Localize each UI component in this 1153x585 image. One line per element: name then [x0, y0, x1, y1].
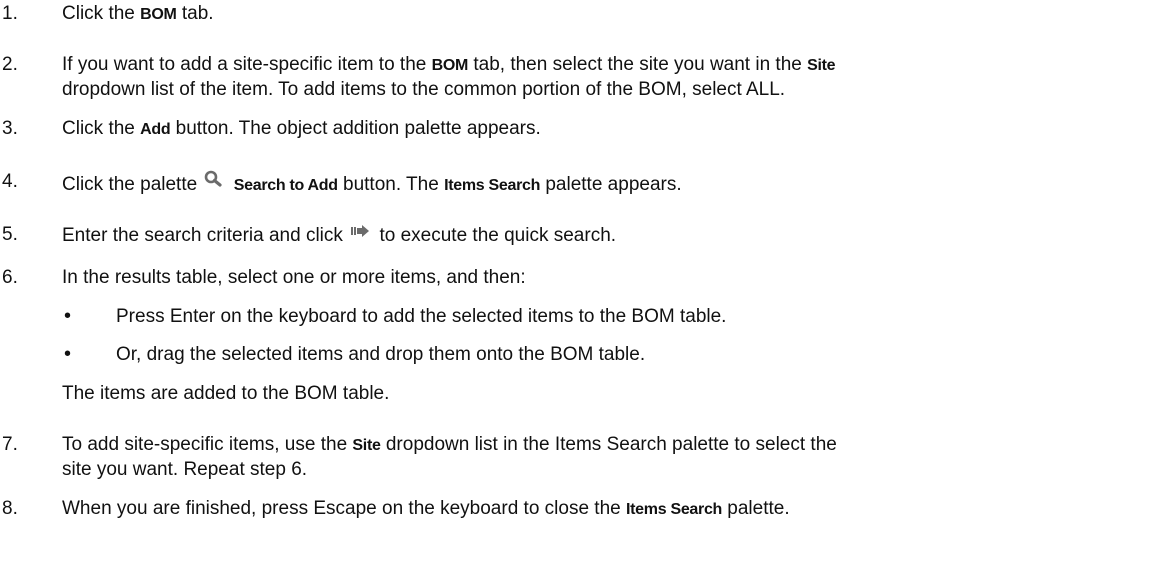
step-text: Click the	[62, 118, 141, 139]
step-text: If you want to add a site-specific item …	[62, 54, 432, 75]
step-text: dropdown list in the Items Search palett…	[380, 434, 837, 455]
step-number: 6.	[2, 267, 18, 288]
step-text: Click the	[62, 3, 141, 24]
step-7-continuation: site you want. Repeat step 6.	[62, 459, 308, 480]
bold-term: BOM	[140, 6, 177, 23]
step-6-result: The items are added to the BOM table.	[62, 383, 390, 404]
step-number: 3.	[2, 118, 18, 139]
step-text: palette.	[722, 498, 790, 519]
bold-term: Site	[352, 437, 381, 454]
bold-term: Items Search	[626, 501, 723, 518]
instructions-document: 1. Click the BOM tab. 2. If you want to …	[0, 0, 1153, 585]
bold-term: Items Search	[444, 177, 541, 194]
step-text: In the results table, select one or more…	[62, 267, 526, 288]
step-number: 2.	[2, 54, 18, 75]
step-text: button. The	[337, 174, 445, 195]
step-text: Enter the search criteria and click	[62, 225, 349, 246]
step-number: 8.	[2, 498, 18, 519]
step-text: tab.	[176, 3, 214, 24]
step-text: tab, then select the site you want in th…	[468, 54, 808, 75]
step-number: 1.	[2, 3, 18, 24]
bullet-text: Or, drag the selected items and drop the…	[116, 344, 646, 365]
bold-term: Add	[140, 121, 171, 138]
step-text: to execute the quick search.	[374, 225, 617, 246]
step-2-continuation: dropdown list of the item. To add items …	[62, 79, 786, 100]
step-text: button. The object addition palette appe…	[170, 118, 541, 139]
bold-term: Site	[807, 57, 836, 74]
search-icon	[202, 170, 228, 199]
step-number: 7.	[2, 434, 18, 455]
step-number: 5.	[2, 224, 18, 245]
step-text: To add site-specific items, use the	[62, 434, 353, 455]
step-text: palette appears.	[540, 174, 682, 195]
bullet-text: Press Enter on the keyboard to add the s…	[116, 306, 727, 327]
bold-term: Search to Add	[233, 177, 338, 194]
bold-term: BOM	[431, 57, 469, 74]
step-text: Click the palette	[62, 174, 203, 195]
bullet-dot: •	[64, 305, 72, 327]
bullet-dot: •	[64, 343, 72, 365]
go-arrow-icon	[348, 223, 374, 250]
step-number: 4.	[2, 171, 18, 192]
step-text: When you are finished, press Escape on t…	[62, 498, 626, 519]
